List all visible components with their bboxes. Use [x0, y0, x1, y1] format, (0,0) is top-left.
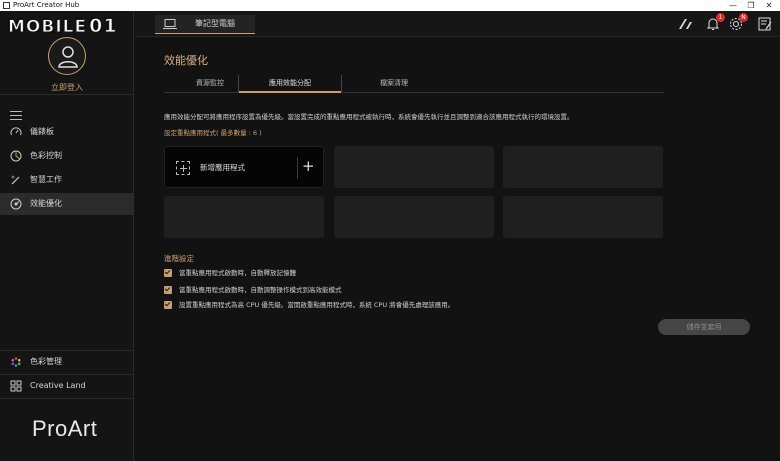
- close-button[interactable]: ✕: [760, 0, 778, 11]
- sidebar-item-color-control[interactable]: 色彩控制: [0, 145, 134, 167]
- color-palette-icon: [10, 150, 22, 162]
- add-app-icon: [176, 161, 190, 175]
- add-app-button[interactable]: 新增應用程式 +: [164, 146, 324, 188]
- minimize-button[interactable]: —: [724, 0, 742, 11]
- tab-app-performance[interactable]: 應用效能分配: [238, 75, 342, 93]
- watermark-suffix: 01: [89, 15, 118, 38]
- advanced-settings-title: 進階設定: [164, 254, 194, 263]
- sidebar-item-label: 智慧工作: [30, 175, 62, 184]
- settings-badge: N: [739, 13, 748, 22]
- settings-button[interactable]: N: [728, 13, 748, 32]
- sidebar-item-creative-land[interactable]: Creative Land: [0, 375, 134, 397]
- color-wheel-icon: [11, 357, 21, 367]
- watermark-text: MOBILE: [7, 17, 88, 38]
- save-apply-button[interactable]: 儲存並套用: [658, 319, 750, 335]
- sidebar-divider: [0, 94, 134, 95]
- login-link[interactable]: 立即登入: [0, 82, 134, 93]
- app-slot: [334, 146, 494, 188]
- notifications-button[interactable]: 1: [705, 13, 725, 32]
- tab-file-cleanup[interactable]: 檔案清理: [342, 75, 446, 92]
- header: 筆記型電腦 1 N: [135, 11, 780, 37]
- sidebar-item-label: 色彩管理: [30, 357, 62, 366]
- description-text: 應用效能分配可將應用程序設置為優先級。當設置完成的重點應用程式被執行時，系統會優…: [164, 113, 574, 121]
- checkbox[interactable]: [164, 286, 172, 294]
- notification-badge: 1: [716, 13, 725, 22]
- window-titlebar: ProArt Creator Hub — ❐ ✕: [0, 0, 780, 11]
- sidebar-item-label: 儀錶板: [30, 127, 54, 136]
- checkbox[interactable]: [164, 301, 172, 309]
- device-tab[interactable]: 筆記型電腦: [155, 15, 255, 34]
- sidebar-item-label: 效能優化: [30, 199, 62, 208]
- magic-wand-icon: [11, 175, 20, 185]
- proart-logo: ProArt: [32, 416, 98, 441]
- app-slot: [503, 146, 663, 188]
- performance-icon: [10, 198, 22, 210]
- checkbox[interactable]: [164, 269, 172, 277]
- option-label: 當重點應用程式啟動時，自動釋放記憶體: [179, 269, 296, 277]
- asus-logo-icon[interactable]: [678, 16, 694, 32]
- sidebar-divider: [0, 398, 134, 399]
- app-slot: [164, 196, 324, 238]
- laptop-icon: [163, 19, 177, 29]
- option-label: 設置重點應用程式為高 CPU 優先級。當開啟重點應用程式時，系統 CPU 將會優…: [179, 301, 455, 309]
- app-slot: [503, 196, 663, 238]
- sidebar-item-dashboard[interactable]: 儀錶板: [0, 121, 134, 143]
- sidebar-item-label: Creative Land: [30, 381, 86, 390]
- hamburger-menu-icon[interactable]: [10, 111, 22, 120]
- device-tab-label: 筆記型電腦: [195, 19, 235, 28]
- page-title: 效能優化: [164, 54, 208, 67]
- app-slot: [334, 196, 494, 238]
- slots-heading: 設定重點應用程式( 最多數量 : 6 ): [164, 129, 262, 137]
- option-label: 當重點應用程式啟動時，自動調整操作模式到高效能模式: [179, 286, 342, 294]
- sidebar-item-label: 色彩控制: [30, 151, 62, 160]
- user-icon: [58, 46, 78, 68]
- sidebar-item-performance[interactable]: 效能優化: [0, 193, 134, 215]
- tab-bar: 資源監控 應用效能分配 檔案清理: [164, 75, 664, 93]
- add-app-label: 新增應用程式: [200, 163, 245, 172]
- window-title: ProArt Creator Hub: [13, 1, 80, 9]
- feedback-icon[interactable]: [757, 16, 773, 32]
- app-icon: [3, 2, 10, 9]
- gauge-icon: [10, 127, 22, 136]
- sidebar-item-color-management[interactable]: 色彩管理: [0, 351, 134, 373]
- user-avatar[interactable]: [48, 37, 86, 75]
- plus-icon: +: [302, 157, 315, 175]
- grid-apps-icon: [10, 380, 22, 392]
- sidebar: MOBILE 01 立即登入 儀錶板 色彩控制 智慧工作 效能優化 色彩管理 Cr…: [0, 11, 134, 461]
- maximize-button[interactable]: ❐: [742, 0, 760, 11]
- add-app-divider: [297, 157, 298, 179]
- sidebar-item-smart-work[interactable]: 智慧工作: [0, 169, 134, 191]
- watermark: MOBILE 01: [7, 15, 118, 38]
